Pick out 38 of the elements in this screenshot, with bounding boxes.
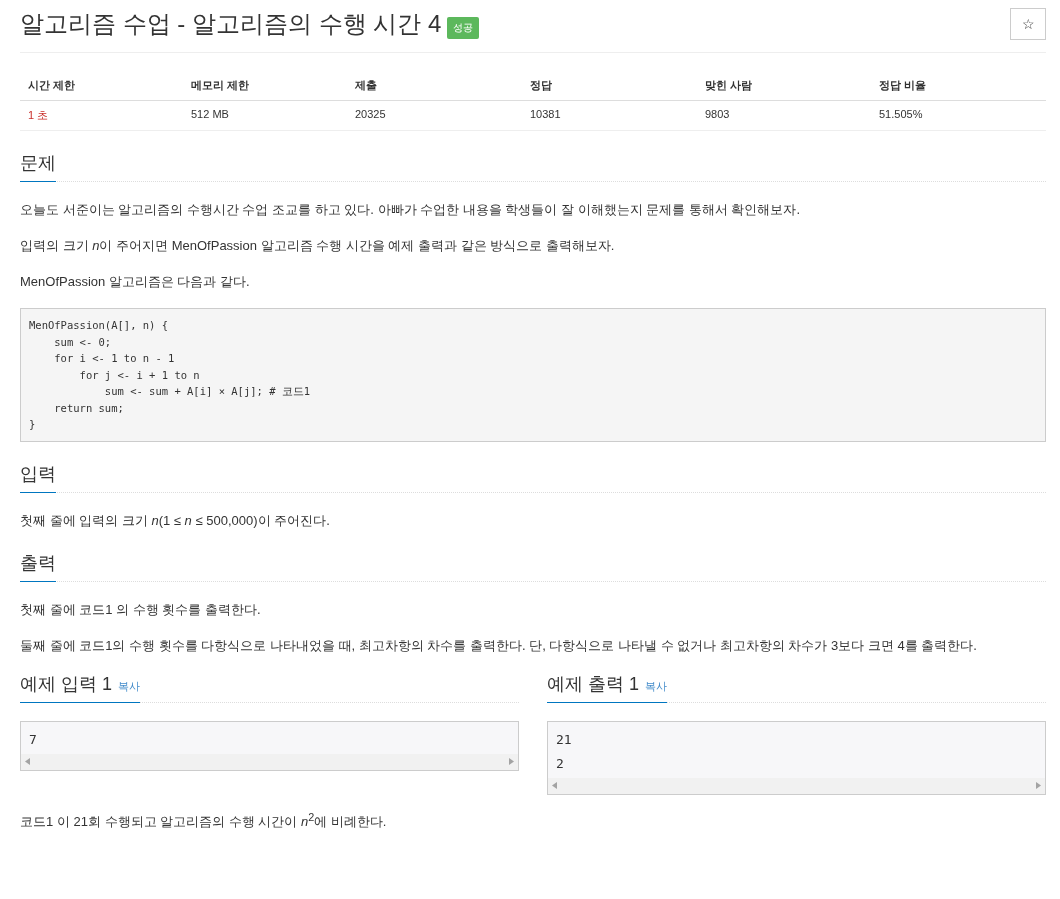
- status-badge: 성공: [447, 17, 480, 39]
- sample-text: 21 2: [555, 730, 573, 773]
- table-cell: 1 초: [20, 101, 183, 131]
- code-block: MenOfPassion(A[], n) { sum <- 0; for i <- 1 to n - 1 for j <- i + 1 to n sum <- sum + A[i] × A[j]; # 코드1 return sum; }: [20, 308, 1046, 442]
- table-cell: 20325: [347, 101, 522, 131]
- table-header: 정답: [522, 71, 697, 101]
- sample-heading: 예제 출력 1 복사: [547, 671, 667, 703]
- scroll-left-icon[interactable]: [25, 758, 30, 765]
- sample-text: 7: [28, 730, 38, 749]
- scroll-left-icon[interactable]: [552, 782, 557, 789]
- table-header: 시간 제한: [20, 71, 183, 101]
- horizontal-scrollbar[interactable]: [21, 753, 518, 770]
- table-header: 메모리 제한: [183, 71, 347, 101]
- table-header: 정답 비율: [871, 71, 1046, 101]
- problem-text: 첫째 줄에 코드1 의 수행 횟수를 출력한다.: [20, 600, 262, 619]
- table-cell: 9803: [697, 101, 871, 131]
- table-cell: 512 MB: [183, 101, 347, 131]
- copy-link[interactable]: 복사: [118, 679, 140, 692]
- problem-text: 입력의 크기 n이 주어지면 MenOfPassion 알고리즘 수행 시간을 예제 출력과 같은 방식으로 출력해보자.: [20, 237, 616, 255]
- scroll-right-icon[interactable]: [509, 758, 514, 765]
- problem-title: 알고리즘 수업 - 알고리즘의 수행 시간 4: [20, 9, 442, 39]
- copy-link[interactable]: 복사: [645, 679, 667, 692]
- section-heading: 입력: [20, 461, 56, 493]
- note-text: 코드1 이 21회 수행되고 알고리즘의 수행 시간이 n$^{2}$에 비례한다.: [20, 810, 388, 831]
- table-header: 맞힌 사람: [697, 71, 871, 101]
- section-heading: 문제: [20, 151, 56, 182]
- star-button[interactable]: ☆: [1010, 8, 1046, 40]
- table-cell: 10381: [522, 101, 697, 131]
- scroll-right-icon[interactable]: [1036, 782, 1041, 789]
- problem-text: 첫째 줄에 입력의 크기 n(1 ≤ n ≤ 500,000)이 주어진다.: [20, 511, 331, 530]
- table-header: 제출: [347, 71, 522, 101]
- problem-text: MenOfPassion 알고리즘은 다음과 같다.: [20, 273, 251, 291]
- table-cell: 51.505%: [871, 101, 1046, 131]
- problem-text: 둘째 줄에 코드1의 수행 횟수를 다항식으로 나타내었을 때, 최고차항의 차수를 출력한다. 단, 다항식으로 나타낼 수 없거나 최고차항의 차수가 3보다 크면 4를 출력한다.: [20, 636, 978, 655]
- section-heading: 출력: [20, 550, 56, 582]
- sample-heading: 예제 입력 1 복사: [20, 671, 140, 703]
- problem-text: 오늘도 서준이는 알고리즘의 수행시간 수업 조교를 하고 있다. 아빠가 수업한 내용을 학생들이 잘 이해했는지 문제를 통해서 확인해보자.: [20, 201, 801, 219]
- horizontal-scrollbar[interactable]: [548, 777, 1045, 794]
